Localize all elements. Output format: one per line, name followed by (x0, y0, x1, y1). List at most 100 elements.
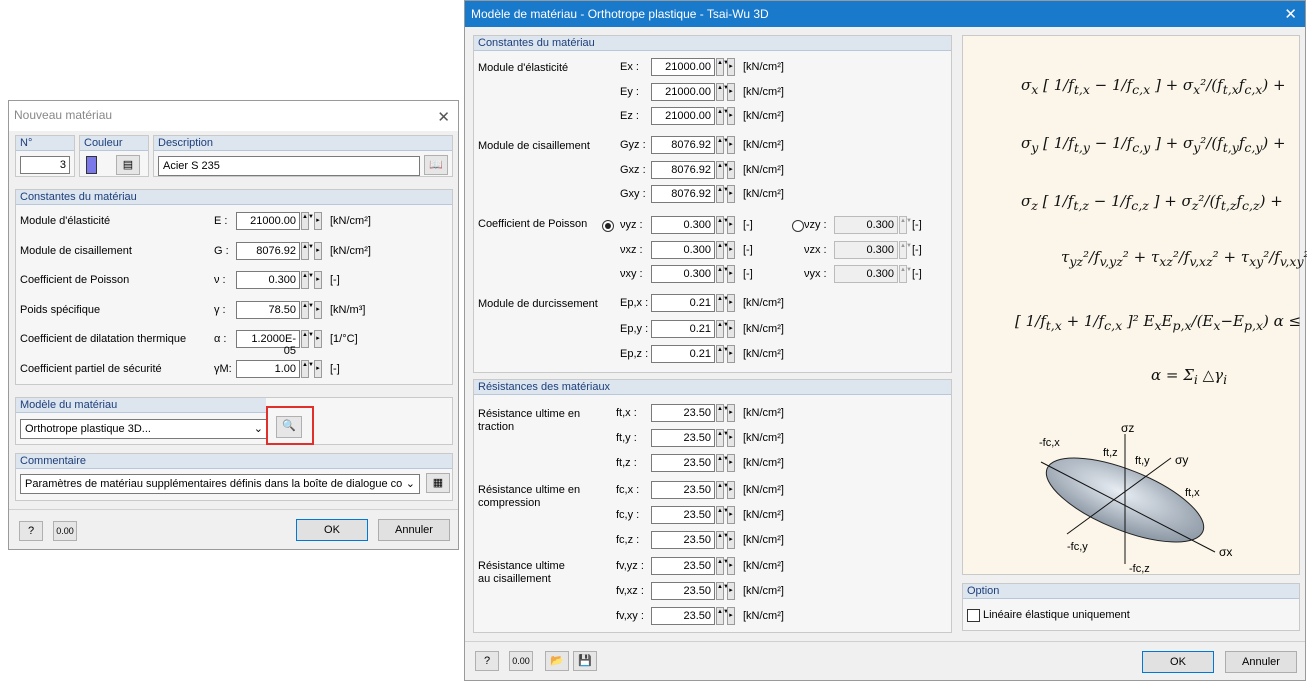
param-value-field[interactable]: 21000.00 (651, 58, 715, 76)
arrow-right-icon[interactable]: ▸ (727, 345, 735, 363)
arrow-right-icon[interactable]: ▸ (727, 185, 735, 203)
param-value-field[interactable]: 23.50 (651, 481, 715, 499)
open-folder-icon[interactable]: 📂 (545, 651, 569, 671)
description-field[interactable]: Acier S 235 (158, 156, 420, 176)
library-book-icon[interactable]: 📖 (424, 155, 448, 175)
spin-updown-icon[interactable]: ▲▼ (716, 294, 729, 312)
constant-value-field[interactable]: 1.00 (236, 359, 300, 378)
spin-updown-icon[interactable]: ▲▼ (716, 557, 729, 575)
spin-updown-icon[interactable]: ▲▼ (301, 241, 314, 260)
spin-updown-icon[interactable]: ▲▼ (301, 330, 314, 348)
arrow-right-icon[interactable]: ▸ (727, 294, 735, 312)
arrow-right-icon[interactable]: ▸ (727, 107, 735, 125)
model-select[interactable]: Orthotrope plastique 3D... ⌄ (20, 419, 268, 439)
arrow-right-icon[interactable]: ▸ (727, 454, 735, 472)
param-value-field[interactable]: 21000.00 (651, 82, 715, 101)
help-icon[interactable]: ? (19, 521, 43, 541)
spin-updown-icon[interactable]: ▲▼ (716, 136, 729, 154)
arrow-right-icon[interactable]: ▸ (727, 506, 735, 524)
constant-value-field[interactable]: 8076.92 (236, 241, 300, 260)
arrow-right-icon[interactable]: ▸ (314, 359, 322, 378)
arrow-right-icon[interactable]: ▸ (727, 160, 735, 179)
cancel-button[interactable]: Annuler (378, 519, 450, 541)
param-value-field[interactable]: 0.300 (651, 240, 715, 259)
spin-updown-icon[interactable]: ▲▼ (716, 454, 729, 472)
constant-value-field[interactable]: 1.2000E-05 (236, 330, 300, 357)
ok-button[interactable]: OK (1142, 651, 1214, 673)
arrow-right-icon[interactable]: ▸ (727, 429, 735, 447)
param-value-field[interactable]: 0.21 (651, 294, 715, 312)
arrow-right-icon[interactable]: ▸ (727, 240, 735, 259)
arrow-right-icon[interactable]: ▸ (727, 557, 735, 575)
ok-button[interactable]: OK (296, 519, 368, 541)
spin-updown-icon[interactable]: ▲▼ (301, 271, 314, 289)
arrow-right-icon[interactable]: ▸ (727, 404, 735, 422)
param-value-field[interactable]: 23.50 (651, 429, 715, 447)
save-icon[interactable]: 💾 (573, 651, 597, 671)
arrow-right-icon[interactable]: ▸ (727, 136, 735, 154)
linear-elastic-checkbox[interactable] (967, 609, 980, 622)
arrow-right-icon[interactable]: ▸ (727, 216, 735, 234)
spin-updown-icon[interactable]: ▲▼ (716, 216, 729, 234)
constant-value-field[interactable]: 78.50 (236, 300, 300, 319)
comment-field[interactable]: Paramètres de matériau supplémentaires d… (20, 474, 420, 494)
param-value-field[interactable]: 0.300 (651, 265, 715, 283)
spin-updown-icon[interactable]: ▲▼ (716, 240, 729, 259)
close-icon[interactable]: ✕ (1284, 5, 1297, 23)
color-swatch[interactable] (86, 156, 97, 174)
spin-updown-icon[interactable]: ▲▼ (716, 345, 729, 363)
cancel-button[interactable]: Annuler (1225, 651, 1297, 673)
spin-updown-icon[interactable]: ▲▼ (301, 212, 314, 230)
param-value-field[interactable]: 23.50 (651, 531, 715, 549)
constant-value-field[interactable]: 0.300 (236, 271, 300, 289)
spin-updown-icon[interactable]: ▲▼ (301, 300, 314, 319)
spin-updown-icon[interactable]: ▲▼ (716, 607, 729, 625)
arrow-right-icon[interactable]: ▸ (727, 481, 735, 499)
param-value-field[interactable]: 8076.92 (651, 185, 715, 203)
param-value-field[interactable]: 0.300 (651, 216, 715, 234)
arrow-right-icon[interactable]: ▸ (727, 58, 735, 76)
param-value-field[interactable]: 23.50 (651, 557, 715, 575)
help-icon[interactable]: ? (475, 651, 499, 671)
arrow-right-icon[interactable]: ▸ (727, 531, 735, 549)
arrow-right-icon[interactable]: ▸ (314, 271, 322, 289)
spin-updown-icon[interactable]: ▲▼ (716, 265, 729, 283)
comment-library-icon[interactable]: ▦ (426, 473, 450, 493)
param-value-field[interactable]: 23.50 (651, 454, 715, 472)
arrow-right-icon[interactable]: ▸ (314, 241, 322, 260)
arrow-right-icon[interactable]: ▸ (727, 82, 735, 101)
spin-updown-icon[interactable]: ▲▼ (301, 359, 314, 378)
param-value-field[interactable]: 8076.92 (651, 160, 715, 179)
spin-updown-icon[interactable]: ▲▼ (716, 429, 729, 447)
spin-updown-icon[interactable]: ▲▼ (716, 82, 729, 101)
param-value-field[interactable]: 21000.00 (651, 107, 715, 125)
param-value-field[interactable]: 23.50 (651, 506, 715, 524)
spin-updown-icon[interactable]: ▲▼ (716, 58, 729, 76)
arrow-right-icon[interactable]: ▸ (727, 265, 735, 283)
arrow-right-icon[interactable]: ▸ (727, 582, 735, 600)
arrow-right-icon[interactable]: ▸ (314, 330, 322, 348)
arrow-right-icon[interactable]: ▸ (727, 319, 735, 338)
param-value-field[interactable]: 0.21 (651, 319, 715, 338)
no-field[interactable]: 3 (20, 156, 70, 174)
arrow-right-icon[interactable]: ▸ (314, 300, 322, 319)
poisson-left-radio[interactable] (602, 220, 614, 232)
spin-updown-icon[interactable]: ▲▼ (716, 319, 729, 338)
constant-value-field[interactable]: 21000.00 (236, 212, 300, 230)
edit-model-button[interactable]: 🔍 (276, 416, 302, 438)
arrow-right-icon[interactable]: ▸ (314, 212, 322, 230)
spin-updown-icon[interactable]: ▲▼ (716, 160, 729, 179)
spin-updown-icon[interactable]: ▲▼ (716, 481, 729, 499)
param-value-field[interactable]: 23.50 (651, 607, 715, 625)
poisson-right-radio[interactable] (792, 220, 804, 232)
spin-updown-icon[interactable]: ▲▼ (716, 107, 729, 125)
color-picker-icon[interactable]: ▤ (116, 155, 140, 175)
units-icon[interactable]: 0.00 (509, 651, 533, 671)
spin-updown-icon[interactable]: ▲▼ (716, 531, 729, 549)
spin-updown-icon[interactable]: ▲▼ (716, 582, 729, 600)
units-icon[interactable]: 0.00 (53, 521, 77, 541)
param-value-field[interactable]: 23.50 (651, 404, 715, 422)
close-icon[interactable]: ✕ (437, 108, 450, 126)
param-value-field[interactable]: 0.21 (651, 345, 715, 363)
spin-updown-icon[interactable]: ▲▼ (716, 185, 729, 203)
